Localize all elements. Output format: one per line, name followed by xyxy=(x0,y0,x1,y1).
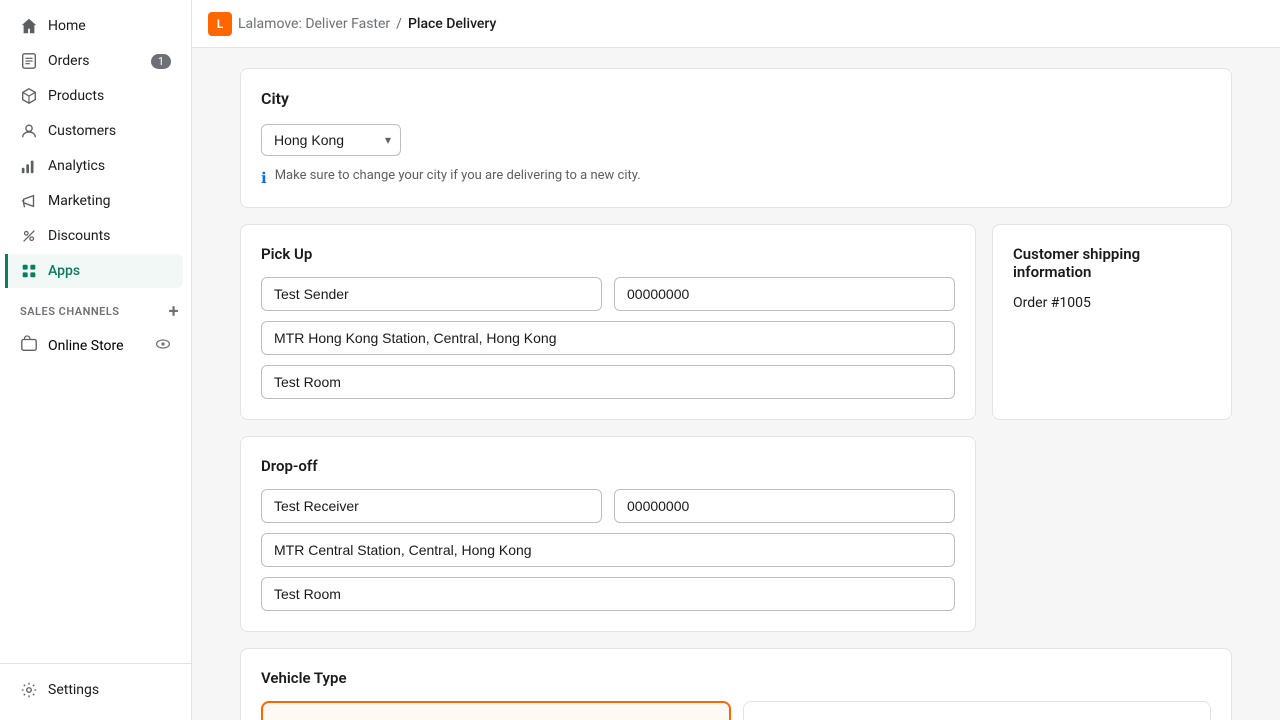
vehicle-option-van[interactable]: Van Ideal for Multi-item delivery, inclu… xyxy=(261,701,731,720)
customer-info-card: Customer shipping information Order #100… xyxy=(992,224,1232,420)
home-icon xyxy=(20,17,38,35)
dropoff-phone-input[interactable] xyxy=(614,489,955,523)
online-store-icon xyxy=(20,335,38,357)
breadcrumb: L Lalamove: Deliver Faster / Place Deliv… xyxy=(208,12,496,36)
dropoff-receiver-input[interactable] xyxy=(261,489,602,523)
city-card: City Hong Kong Taipei Singapore Bangkok … xyxy=(240,68,1232,208)
vehicle-option-courier[interactable]: Courier Perfect for small goods, with a … xyxy=(743,701,1211,720)
topbar: L Lalamove: Deliver Faster / Place Deliv… xyxy=(192,0,1280,48)
city-select-wrapper: Hong Kong Taipei Singapore Bangkok ▾ xyxy=(261,124,401,156)
info-icon: ℹ xyxy=(261,169,267,187)
discounts-icon xyxy=(20,227,38,245)
marketing-icon xyxy=(20,192,38,210)
vehicle-options: Van Ideal for Multi-item delivery, inclu… xyxy=(261,701,1211,720)
sidebar-item-marketing[interactable]: Marketing xyxy=(8,184,183,218)
sidebar-item-home[interactable]: Home xyxy=(8,9,183,43)
dropoff-address-input[interactable] xyxy=(261,533,955,567)
main-content: L Lalamove: Deliver Faster / Place Deliv… xyxy=(192,0,1280,720)
pickup-sender-input[interactable] xyxy=(261,277,602,311)
app-icon: L xyxy=(208,12,232,36)
sidebar-item-analytics[interactable]: Analytics xyxy=(8,149,183,183)
sidebar-item-online-store[interactable]: Online Store xyxy=(8,327,183,365)
sidebar-item-products[interactable]: Products xyxy=(8,79,183,113)
analytics-icon xyxy=(20,157,38,175)
sidebar-item-apps-label: Apps xyxy=(48,263,80,279)
sales-channels-title: SALES CHANNELS xyxy=(20,305,120,318)
pickup-card: Pick Up xyxy=(240,224,976,420)
city-info-text: Make sure to change your city if you are… xyxy=(275,168,641,183)
sidebar-item-settings[interactable]: Settings xyxy=(8,673,183,707)
sidebar-item-marketing-label: Marketing xyxy=(48,193,111,209)
orders-icon xyxy=(20,52,38,70)
dropoff-card: Drop-off xyxy=(240,436,976,632)
customers-icon xyxy=(20,122,38,140)
customer-info-title: Customer shipping information xyxy=(1013,245,1211,281)
dropoff-name-phone-row xyxy=(261,489,955,523)
orders-badge: 1 xyxy=(151,54,171,69)
settings-icon xyxy=(20,681,38,699)
sales-channels-section: SALES CHANNELS + xyxy=(0,289,191,326)
vehicle-title: Vehicle Type xyxy=(261,669,1211,687)
products-icon xyxy=(20,87,38,105)
city-title: City xyxy=(261,89,1211,108)
online-store-eye-icon[interactable] xyxy=(155,336,171,356)
sidebar-footer: Settings xyxy=(0,663,191,720)
breadcrumb-link[interactable]: Lalamove: Deliver Faster xyxy=(238,16,390,32)
online-store-label: Online Store xyxy=(48,338,124,354)
pickup-row: Pick Up Customer shipping information Or… xyxy=(240,224,1232,420)
sidebar-item-products-label: Products xyxy=(48,88,104,104)
sidebar-item-orders[interactable]: Orders 1 xyxy=(8,44,183,78)
sidebar-item-apps[interactable]: Apps xyxy=(5,254,183,288)
pickup-address-input[interactable] xyxy=(261,321,955,355)
breadcrumb-current: Place Delivery xyxy=(408,16,496,32)
pickup-phone-input[interactable] xyxy=(614,277,955,311)
sidebar-item-customers-label: Customers xyxy=(48,123,116,139)
sidebar-item-home-label: Home xyxy=(48,18,86,34)
sidebar: Home Orders 1 xyxy=(0,0,192,720)
sidebar-item-discounts-label: Discounts xyxy=(48,228,110,244)
page-content: City Hong Kong Taipei Singapore Bangkok … xyxy=(192,48,1280,720)
sidebar-settings-label: Settings xyxy=(48,682,99,698)
pickup-room-input[interactable] xyxy=(261,365,955,399)
pickup-name-phone-row xyxy=(261,277,955,311)
sidebar-item-customers[interactable]: Customers xyxy=(8,114,183,148)
order-number: Order #1005 xyxy=(1013,295,1211,311)
vehicle-card: Vehicle Type xyxy=(240,648,1232,720)
dropoff-room-input[interactable] xyxy=(261,577,955,611)
city-select[interactable]: Hong Kong Taipei Singapore Bangkok xyxy=(261,124,401,156)
sidebar-nav: Home Orders 1 xyxy=(0,0,191,663)
breadcrumb-separator: / xyxy=(396,16,402,32)
add-sales-channel-icon[interactable]: + xyxy=(169,301,179,322)
apps-icon xyxy=(20,262,38,280)
dropoff-title: Drop-off xyxy=(261,457,955,475)
city-info: ℹ Make sure to change your city if you a… xyxy=(261,168,1211,187)
dropoff-row: Drop-off xyxy=(240,436,1232,632)
sidebar-item-orders-label: Orders xyxy=(48,53,90,69)
sidebar-item-discounts[interactable]: Discounts xyxy=(8,219,183,253)
dropoff-spacer xyxy=(992,436,1232,632)
pickup-title: Pick Up xyxy=(261,245,955,263)
sidebar-item-analytics-label: Analytics xyxy=(48,158,105,174)
